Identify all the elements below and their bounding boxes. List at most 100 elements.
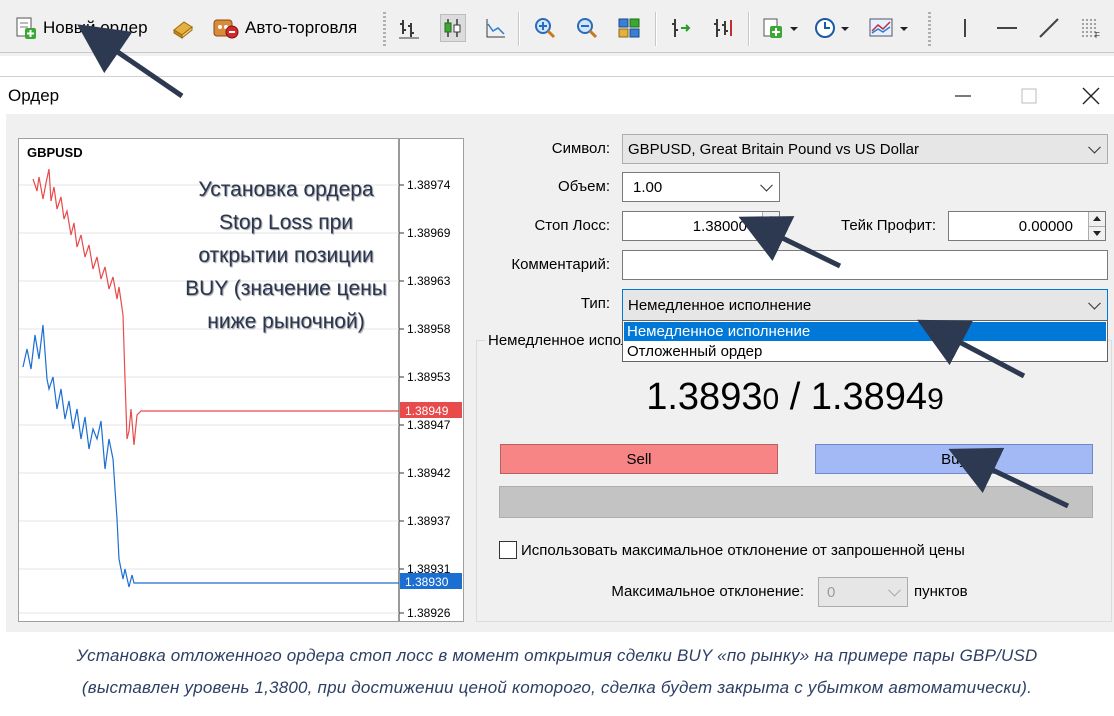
take-profit-spinner[interactable]: [1088, 212, 1105, 240]
zoom-out-button[interactable]: [574, 14, 600, 42]
auto-trading-button[interactable]: Авто-торговля: [212, 14, 357, 42]
bid-price-last-digit: 0: [762, 383, 780, 416]
price-separator: /: [789, 376, 801, 418]
volume-combo[interactable]: 1.00: [622, 172, 780, 202]
volume-label: Объем:: [558, 178, 610, 195]
auto-scroll-button[interactable]: [668, 14, 694, 42]
templates-button[interactable]: [866, 14, 912, 42]
max-deviation-checkbox-label: Использовать максимальное отклонение от …: [521, 542, 965, 559]
close-icon: [1082, 87, 1100, 105]
stop-loss-value: 1.38000: [692, 217, 747, 235]
indicators-icon: [763, 18, 798, 38]
indicators-button[interactable]: [760, 14, 800, 42]
symbol-select-value: GBPUSD, Great Britain Pound vs US Dollar: [628, 140, 919, 158]
symbol-select[interactable]: GBPUSD, Great Britain Pound vs US Dollar: [622, 134, 1108, 164]
order-window-titlebar: Ордер: [0, 76, 1114, 115]
toolbar-separator: [655, 12, 657, 46]
close-button[interactable]: [1068, 81, 1114, 111]
vertical-line-button[interactable]: [952, 14, 978, 42]
stop-loss-label: Стоп Лосс:: [534, 217, 610, 234]
toolbar-separator: [518, 12, 520, 46]
comment-label: Комментарий:: [511, 256, 610, 273]
bid-price-tag-label: 1.38930: [405, 575, 449, 589]
bar-chart-icon: [399, 20, 419, 39]
toolbar-bottom-border: [0, 52, 1114, 53]
bar-chart-button[interactable]: [396, 14, 422, 42]
clock-icon: [815, 18, 849, 38]
market-watch-button[interactable]: [170, 14, 196, 42]
fibonacci-button[interactable]: F: [1078, 14, 1104, 42]
fibonacci-icon: F: [1082, 19, 1100, 40]
points-label: пунктов: [914, 583, 968, 600]
figure-caption: Установка отложенного ордера стоп лосс в…: [0, 640, 1114, 704]
price-tick-label: 1.38926: [407, 606, 451, 620]
toolbar-grip: [383, 12, 386, 46]
max-deviation-checkbox[interactable]: [499, 541, 517, 559]
maximize-button[interactable]: [1006, 81, 1052, 111]
minimize-button[interactable]: [940, 81, 986, 111]
candlestick-button[interactable]: [440, 14, 466, 42]
order-type-select[interactable]: Немедленное исполнение: [622, 289, 1108, 321]
line-chart-button[interactable]: [482, 14, 508, 42]
minimize-icon: [955, 95, 971, 97]
stop-loss-spinner[interactable]: [762, 212, 779, 240]
tick-chart: 1.38974 1.38969 1.38963 1.38958 1.38953 1.389…: [18, 138, 464, 622]
caption-line-1: Установка отложенного ордера стоп лосс в…: [76, 646, 1038, 665]
vertical-line-icon: [964, 19, 966, 37]
chevron-down-icon: [1088, 296, 1101, 310]
horizontal-line-button[interactable]: [994, 14, 1020, 42]
ask-price-main: 1.3894: [810, 376, 928, 418]
sell-button[interactable]: Sell: [500, 444, 778, 474]
new-order-label: Новый ордер: [43, 18, 148, 37]
bid-price-main: 1.3893: [646, 376, 763, 418]
stop-loss-input[interactable]: 1.38000: [622, 211, 780, 241]
take-profit-label: Тейк Профит:: [841, 217, 936, 234]
take-profit-input[interactable]: 0.00000: [948, 211, 1106, 241]
new-order-icon: [16, 17, 36, 39]
tile-windows-button[interactable]: [616, 14, 642, 42]
buy-button[interactable]: Buy: [815, 444, 1093, 474]
spin-up-icon: [1093, 216, 1101, 221]
auto-trading-label: Авто-торговля: [245, 18, 358, 37]
ask-price-tag-label: 1.38949: [405, 404, 449, 418]
spin-up-icon: [767, 216, 775, 221]
horizontal-line-icon: [997, 27, 1017, 29]
svg-text:F: F: [1095, 31, 1100, 40]
chevron-down-icon: [760, 178, 773, 192]
chevron-down-icon: [1088, 140, 1101, 154]
symbol-label: Символ:: [551, 140, 610, 157]
book-icon: [173, 21, 193, 40]
line-chart-icon: [486, 19, 505, 38]
caption-line-2: (выставлен уровень 1,3800, при достижени…: [81, 678, 1033, 697]
spin-down-icon: [1093, 231, 1101, 236]
comment-input[interactable]: [622, 250, 1108, 280]
max-deviation-label: Максимальное отклонение:: [611, 583, 804, 600]
order-type-option-market[interactable]: Немедленное исполнение: [624, 322, 1106, 341]
tile-windows-icon: [618, 18, 640, 38]
zoom-out-icon: [577, 18, 598, 39]
close-order-bar[interactable]: [499, 486, 1093, 518]
price-display: 1.38930 / 1.38949: [500, 376, 1090, 419]
trend-line-button[interactable]: [1036, 14, 1062, 42]
new-order-button[interactable]: Новый ордер: [14, 14, 148, 42]
order-type-option-pending[interactable]: Отложенный ордер: [624, 342, 1106, 361]
ask-price-last-digit: 9: [927, 383, 944, 416]
zoom-in-button[interactable]: [532, 14, 558, 42]
main-toolbar: Новый ордер Авто-торговля F: [0, 0, 1114, 56]
window-title: Ордер: [8, 86, 60, 105]
chart-symbol-label: GBPUSD: [27, 145, 83, 160]
chart-shift-icon: [714, 19, 732, 37]
auto-scroll-icon: [672, 19, 691, 37]
chevron-down-icon: [888, 583, 901, 597]
trend-line-icon: [1039, 18, 1059, 38]
toolbar-grip: [928, 12, 931, 46]
order-type-value: Немедленное исполнение: [628, 296, 812, 314]
bid-price-line: [22, 324, 399, 588]
periods-button[interactable]: [812, 14, 852, 42]
max-deviation-input[interactable]: 0: [818, 577, 908, 607]
order-type-dropdown: Немедленное исполнение Отложенный ордер: [622, 320, 1108, 362]
templates-icon: [869, 18, 908, 37]
chart-shift-button[interactable]: [710, 14, 736, 42]
price-tick-label: 1.38953: [407, 370, 451, 384]
price-tick-label: 1.38942: [407, 466, 451, 480]
